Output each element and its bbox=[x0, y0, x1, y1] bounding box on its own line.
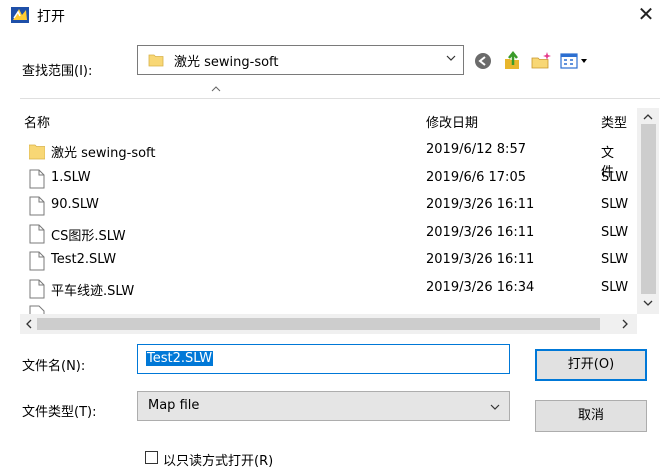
file-name-input[interactable]: Test2.SLW bbox=[137, 344, 510, 374]
file-name: 平车线迹.SLW bbox=[51, 283, 135, 299]
list-item[interactable]: 90.SLW 2019/3/26 16:11 SLW bbox=[21, 193, 628, 220]
scroll-up-icon[interactable] bbox=[641, 110, 655, 124]
sort-ascending-icon bbox=[211, 86, 221, 92]
column-header-name[interactable]: 名称 bbox=[24, 112, 50, 131]
file-type-value: Map file bbox=[148, 398, 200, 413]
list-item[interactable]: Test2.SLW 2019/3/26 16:11 SLW bbox=[21, 248, 628, 275]
folder-icon bbox=[148, 54, 164, 67]
file-name: CS图形.SLW bbox=[51, 228, 126, 244]
window-title: 打开 bbox=[37, 9, 65, 25]
app-icon bbox=[11, 7, 29, 23]
back-icon[interactable] bbox=[472, 50, 494, 72]
file-icon bbox=[29, 224, 45, 243]
file-name: 90.SLW bbox=[51, 197, 99, 212]
scroll-left-icon[interactable] bbox=[22, 317, 36, 331]
file-date: 2019/3/26 16:11 bbox=[426, 197, 535, 212]
file-date: 2019/3/26 16:11 bbox=[426, 224, 535, 240]
file-type-label: 文件类型(T): bbox=[22, 405, 97, 420]
look-in-value: 激光 sewing-soft bbox=[174, 55, 279, 70]
open-button[interactable]: 打开(O) bbox=[535, 349, 647, 381]
look-in-combo[interactable]: 激光 sewing-soft bbox=[137, 45, 464, 75]
read-only-label: 以只读方式打开(R) bbox=[163, 454, 274, 469]
file-date: 2019/3/26 16:11 bbox=[426, 252, 535, 267]
look-in-label: 查找范围(I): bbox=[22, 64, 93, 79]
up-folder-icon[interactable] bbox=[502, 50, 524, 72]
file-icon bbox=[29, 169, 45, 188]
list-row-clipped bbox=[21, 303, 637, 314]
file-date: 2019/6/6 17:05 bbox=[426, 169, 526, 185]
list-item[interactable]: 平车线迹.SLW 2019/3/26 16:34 SLW bbox=[21, 276, 628, 303]
column-header-type[interactable]: 类型 bbox=[601, 112, 627, 131]
file-type: SLW bbox=[601, 197, 629, 212]
new-folder-icon[interactable] bbox=[530, 50, 552, 72]
file-date: 2019/6/12 8:57 bbox=[426, 142, 526, 157]
file-name: Test2.SLW bbox=[51, 252, 117, 267]
scroll-down-icon[interactable] bbox=[641, 296, 655, 310]
file-type: SLW bbox=[601, 252, 629, 267]
file-date: 2019/3/26 16:34 bbox=[426, 279, 535, 295]
folder-icon bbox=[29, 144, 45, 160]
file-icon bbox=[29, 279, 45, 298]
file-type: SLW bbox=[601, 169, 629, 185]
chevron-down-icon bbox=[446, 55, 456, 61]
vertical-scroll-thumb[interactable] bbox=[641, 124, 656, 294]
file-name: 1.SLW bbox=[51, 169, 91, 185]
file-name-label: 文件名(N): bbox=[22, 359, 86, 374]
column-header-date[interactable]: 修改日期 bbox=[426, 112, 478, 131]
scroll-right-icon[interactable] bbox=[618, 317, 632, 331]
file-icon bbox=[29, 251, 45, 271]
chevron-down-icon bbox=[490, 404, 500, 410]
read-only-checkbox[interactable] bbox=[145, 451, 158, 464]
file-type: SLW bbox=[601, 224, 629, 240]
file-icon bbox=[29, 196, 45, 216]
file-name: 激光 sewing-soft bbox=[51, 146, 156, 161]
file-type-select[interactable]: Map file bbox=[137, 391, 510, 421]
horizontal-scroll-thumb[interactable] bbox=[37, 318, 600, 330]
file-name-value: Test2.SLW bbox=[146, 351, 214, 366]
view-menu-icon[interactable] bbox=[559, 50, 593, 72]
cancel-button[interactable]: 取消 bbox=[535, 400, 647, 432]
list-item[interactable]: 激光 sewing-soft 2019/6/12 8:57 文件 bbox=[21, 138, 614, 180]
close-icon[interactable]: ✕ bbox=[636, 2, 656, 26]
file-type: SLW bbox=[601, 279, 629, 295]
list-item[interactable]: 1.SLW 2019/6/6 17:05 SLW bbox=[21, 166, 628, 193]
file-icon bbox=[29, 305, 45, 314]
list-item[interactable]: CS图形.SLW 2019/3/26 16:11 SLW bbox=[21, 221, 628, 248]
